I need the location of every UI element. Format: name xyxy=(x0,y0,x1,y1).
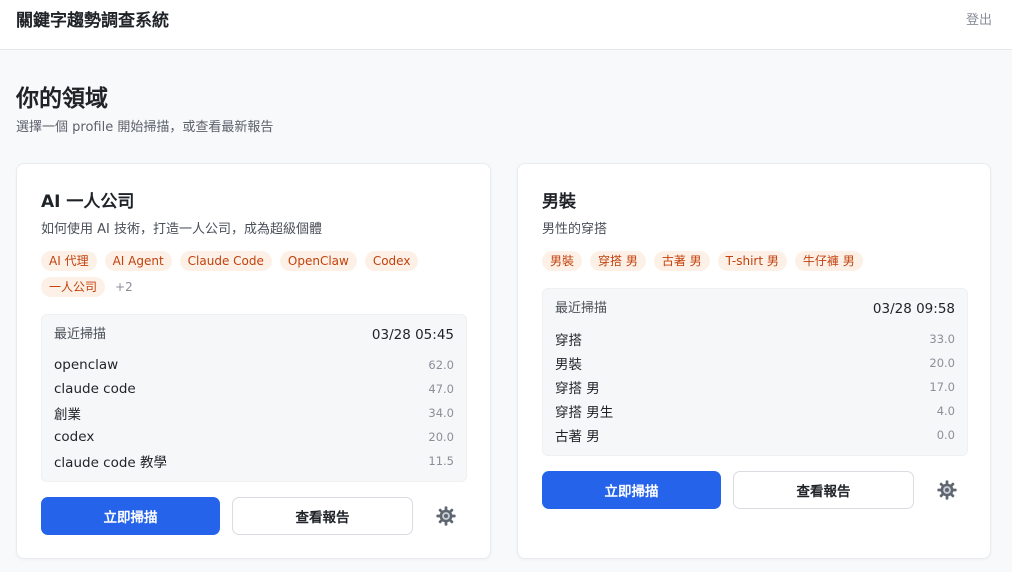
tag: 牛仔褲 男 xyxy=(794,251,863,271)
keyword-score: 4.0 xyxy=(936,404,955,418)
keyword-name: 穿搭 男生 xyxy=(555,405,614,421)
keyword-name: 男裝 xyxy=(555,357,582,373)
scan-time: 03/28 09:58 xyxy=(872,301,955,317)
scan-label: 最近掃描 xyxy=(54,327,107,342)
tag: 一人公司 xyxy=(41,277,106,297)
keyword-row: 男裝 20.0 xyxy=(555,351,955,375)
card-title: 男裝 xyxy=(542,192,576,212)
keyword-score: 20.0 xyxy=(929,356,955,370)
tag: 男裝 xyxy=(542,251,583,271)
page-title: 你的領域 xyxy=(16,86,108,112)
profile-card-menswear: 男裝 男性的穿搭 男裝 穿搭 男 古著 男 T-shirt 男 牛仔褲 男 最近… xyxy=(517,163,991,559)
keyword-name: claude code xyxy=(54,381,136,397)
card-title: AI 一人公司 xyxy=(41,192,135,212)
keyword-name: claude code 教學 xyxy=(54,455,168,471)
keyword-score: 33.0 xyxy=(929,332,955,346)
scan-now-button[interactable]: 立即掃描 xyxy=(542,471,721,509)
keyword-row: 創業 34.0 xyxy=(54,401,454,425)
scan-now-button[interactable]: 立即掃描 xyxy=(41,497,220,535)
keyword-row: claude code 47.0 xyxy=(54,377,454,401)
latest-scan-panel: 最近掃描 03/28 09:58 穿搭 33.0 男裝 20.0 穿搭 男 17… xyxy=(542,288,968,456)
tag-list: 男裝 穿搭 男 古著 男 T-shirt 男 牛仔褲 男 xyxy=(542,251,974,271)
keyword-score: 11.5 xyxy=(428,454,454,468)
top-bar: 關鍵字趨勢調查系統 登出 xyxy=(0,0,1012,50)
latest-scan-panel: 最近掃描 03/28 05:45 openclaw 62.0 claude co… xyxy=(41,314,467,482)
tag: T-shirt 男 xyxy=(717,251,787,271)
page-subtitle: 選擇一個 profile 開始掃描，或查看最新報告 xyxy=(16,120,274,135)
tag: AI Agent xyxy=(104,251,172,271)
keyword-name: 穿搭 男 xyxy=(555,381,600,397)
card-description: 如何使用 AI 技術，打造一人公司，成為超級個體 xyxy=(41,222,322,237)
scan-time: 03/28 05:45 xyxy=(371,327,454,343)
keyword-row: 古著 男 0.0 xyxy=(555,423,955,447)
keyword-score: 47.0 xyxy=(428,382,454,396)
tag: OpenClaw xyxy=(279,251,357,271)
keyword-list: openclaw 62.0 claude code 47.0 創業 34.0 c… xyxy=(54,353,454,473)
tag-list: AI 代理 AI Agent Claude Code OpenClaw Code… xyxy=(41,251,473,297)
keyword-score: 34.0 xyxy=(428,406,454,420)
keyword-name: 穿搭 xyxy=(555,333,582,349)
keyword-row: 穿搭 男 17.0 xyxy=(555,375,955,399)
keyword-list: 穿搭 33.0 男裝 20.0 穿搭 男 17.0 穿搭 男生 4.0 古著 男… xyxy=(555,327,955,447)
logout-link[interactable]: 登出 xyxy=(966,12,992,30)
keyword-row: 穿搭 男生 4.0 xyxy=(555,399,955,423)
keyword-score: 17.0 xyxy=(929,380,955,394)
view-report-button[interactable]: 查看報告 xyxy=(232,497,413,535)
keyword-name: 創業 xyxy=(54,407,81,423)
gear-icon[interactable] xyxy=(435,505,457,527)
profile-card-ai-solo-company: AI 一人公司 如何使用 AI 技術，打造一人公司，成為超級個體 AI 代理 A… xyxy=(16,163,491,559)
keyword-name: 古著 男 xyxy=(555,429,600,445)
keyword-name: openclaw xyxy=(54,357,119,373)
view-report-button[interactable]: 查看報告 xyxy=(733,471,914,509)
card-description: 男性的穿搭 xyxy=(542,222,608,237)
tag: AI 代理 xyxy=(41,251,97,271)
keyword-score: 20.0 xyxy=(428,430,454,444)
tag: Codex xyxy=(364,251,419,271)
app-title: 關鍵字趨勢調查系統 xyxy=(16,11,169,31)
keyword-name: codex xyxy=(54,429,95,445)
more-tags-count: +2 xyxy=(115,280,133,294)
keyword-row: codex 20.0 xyxy=(54,425,454,449)
keyword-row: claude code 教學 11.5 xyxy=(54,449,454,473)
tag: Claude Code xyxy=(179,251,272,271)
keyword-score: 62.0 xyxy=(428,358,454,372)
gear-icon[interactable] xyxy=(936,479,958,501)
tag: 古著 男 xyxy=(653,251,710,271)
keyword-row: 穿搭 33.0 xyxy=(555,327,955,351)
keyword-row: openclaw 62.0 xyxy=(54,353,454,377)
scan-label: 最近掃描 xyxy=(555,301,608,316)
keyword-score: 0.0 xyxy=(936,428,955,442)
tag: 穿搭 男 xyxy=(590,251,646,271)
